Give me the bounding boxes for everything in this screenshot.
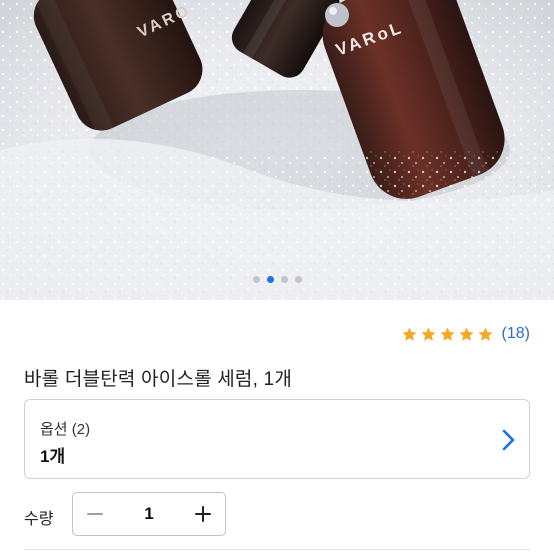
carousel-dot[interactable] [252,275,260,283]
chevron-right-icon[interactable] [501,428,517,452]
star-icon [401,326,417,341]
carousel-dot[interactable] [294,275,302,283]
product-photo: VARO VARoL [0,0,554,300]
plus-icon [195,506,211,522]
quantity-stepper: 1 [72,492,226,536]
star-icon [420,326,436,341]
star-icon [458,326,474,341]
product-page: VARO VARoL (18) 바롤 더블탄력 아이스롤 세럼, 1개 옵션 (… [0,0,554,554]
review-count[interactable]: (18) [502,325,530,343]
divider [24,549,530,550]
product-title: 바롤 더블탄력 아이스롤 세럼, 1개 [24,369,293,390]
product-image-carousel[interactable]: VARO VARoL [0,0,554,300]
carousel-dot[interactable] [280,275,288,283]
quantity-value[interactable]: 1 [117,493,181,535]
carousel-dot-active[interactable] [266,275,274,283]
star-icon [477,326,493,341]
decrease-quantity-button[interactable] [73,493,117,535]
carousel-dots [0,274,554,284]
option-value: 1개 [40,447,66,466]
star-icon [439,326,455,341]
rating-summary[interactable]: (18) [401,322,530,346]
option-label: 옵션 (2) [40,421,91,438]
quantity-label: 수량 [24,511,54,528]
increase-quantity-button[interactable] [181,493,225,535]
minus-icon [87,513,103,515]
option-selector[interactable]: 옵션 (2) 1개 [24,399,530,479]
